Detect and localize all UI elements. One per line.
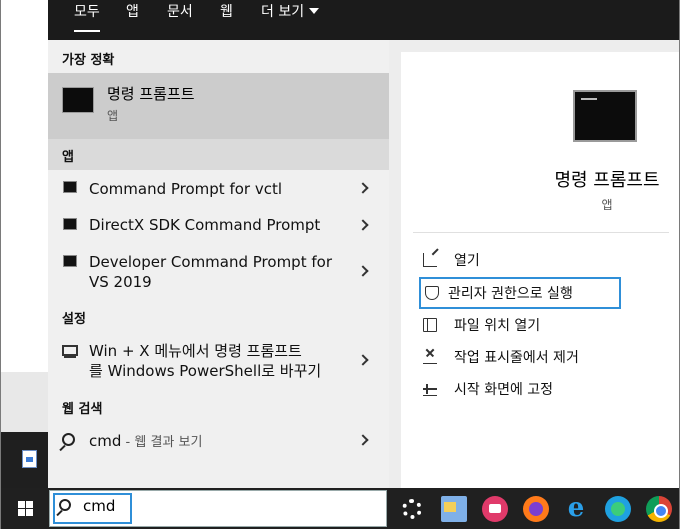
- tab-documents-label: 문서: [167, 4, 193, 20]
- windows-logo-icon: [18, 501, 25, 508]
- terminal-icon: [63, 218, 77, 230]
- search-icon: [62, 433, 75, 446]
- app-result-item[interactable]: Developer Command Prompt for VS 2019: [48, 247, 389, 297]
- best-match-type: 앱: [107, 109, 119, 123]
- pin-icon: [423, 382, 437, 396]
- taskbar: e: [1, 488, 679, 529]
- windows-logo-icon: [26, 509, 33, 516]
- folder-icon: [423, 318, 437, 332]
- apps-heading: 앱: [62, 150, 74, 165]
- windows-logo-icon: [26, 501, 33, 508]
- taskbar-search-box[interactable]: [49, 490, 387, 527]
- detail-title: 명령 프롬프트: [554, 170, 660, 191]
- tab-all[interactable]: 모두: [74, 2, 100, 32]
- search-input[interactable]: [83, 497, 123, 515]
- settings-heading: 설정: [62, 312, 86, 327]
- explorer-icon[interactable]: [441, 496, 467, 522]
- detail-card: 명령 프롬프트 앱 열기 관리자 권한으로 실행 파일 위치 열기 작업 표시줄…: [401, 52, 679, 488]
- search-filter-bar: 모두 앱 문서 웹 더 보기: [48, 0, 679, 40]
- desktop-strip-grey: [1, 372, 48, 432]
- action-open[interactable]: 열기: [423, 246, 653, 274]
- app-result-label-line2: VS 2019: [89, 273, 152, 291]
- shield-icon: [425, 286, 439, 300]
- tab-apps-label: 앱: [126, 4, 139, 20]
- apps-section-header: 앱: [48, 139, 389, 170]
- terminal-icon: [63, 181, 77, 193]
- settings-result-label: Win + X 메뉴에서 명령 프롬프트: [89, 342, 302, 360]
- action-open-file-location-label: 파일 위치 열기: [454, 318, 541, 334]
- web-search-heading: 웹 검색: [62, 402, 103, 417]
- best-match-title: 명령 프롬프트: [107, 85, 195, 103]
- best-match-item[interactable]: 명령 프롬프트 앱: [48, 73, 389, 139]
- unpin-icon: [423, 350, 437, 364]
- tab-more-label: 더 보기: [261, 4, 305, 20]
- search-icon: [59, 499, 71, 511]
- action-open-label: 열기: [454, 253, 480, 269]
- detail-panel: 명령 프롬프트 앱 열기 관리자 권한으로 실행 파일 위치 열기 작업 표시줄…: [389, 40, 679, 488]
- action-run-as-admin-label: 관리자 권한으로 실행: [448, 286, 573, 302]
- app-result-label: Developer Command Prompt for: [89, 253, 332, 271]
- app-result-label: DirectX SDK Command Prompt: [89, 216, 321, 234]
- app-result-label: Command Prompt for vctl: [89, 180, 283, 198]
- windows-logo-icon: [18, 509, 25, 516]
- web-search-item[interactable]: cmd - 웹 결과 보기: [48, 425, 389, 457]
- chevron-down-icon: [309, 8, 320, 14]
- action-unpin-taskbar-label: 작업 표시줄에서 제거: [454, 350, 579, 366]
- command-prompt-icon: [62, 87, 94, 113]
- tab-more[interactable]: 더 보기: [261, 2, 320, 22]
- chrome-icon[interactable]: [646, 496, 672, 522]
- action-pin-start[interactable]: 시작 화면에 고정: [423, 375, 653, 403]
- terminal-icon: [63, 255, 77, 267]
- results-panel: 가장 정확 명령 프롬프트 앱 앱 Command Prompt for vct…: [48, 40, 389, 488]
- chevron-right-icon[interactable]: [357, 265, 369, 277]
- chevron-right-icon[interactable]: [357, 434, 369, 446]
- open-icon: [423, 253, 437, 267]
- command-prompt-large-icon: [573, 90, 637, 142]
- action-open-file-location[interactable]: 파일 위치 열기: [423, 311, 653, 339]
- desktop-file-icon[interactable]: [22, 450, 37, 468]
- settings-result-label-line2: 를 Windows PowerShell로 바꾸기: [89, 362, 322, 380]
- chevron-right-icon[interactable]: [357, 219, 369, 231]
- web-search-hint: - 웹 결과 보기: [121, 435, 203, 450]
- cast-icon[interactable]: [482, 496, 508, 522]
- settings-icon[interactable]: [402, 499, 422, 519]
- best-match-heading: 가장 정확: [62, 53, 115, 68]
- tab-web[interactable]: 웹: [220, 2, 233, 22]
- web-search-text: cmd - 웹 결과 보기: [89, 431, 202, 453]
- app-result-item[interactable]: DirectX SDK Command Prompt: [48, 210, 389, 242]
- app-result-item[interactable]: Command Prompt for vctl: [48, 173, 389, 205]
- chevron-right-icon[interactable]: [357, 354, 369, 366]
- divider: [413, 232, 669, 233]
- monitor-icon: [62, 345, 78, 358]
- desktop-strip: [1, 0, 48, 372]
- action-pin-start-label: 시작 화면에 고정: [454, 382, 554, 398]
- internet-explorer-icon[interactable]: e: [563, 495, 589, 522]
- settings-result-item[interactable]: Win + X 메뉴에서 명령 프롬프트 를 Windows PowerShel…: [48, 336, 389, 386]
- chevron-right-icon[interactable]: [357, 182, 369, 194]
- action-unpin-taskbar[interactable]: 작업 표시줄에서 제거: [423, 343, 653, 371]
- tab-all-label: 모두: [74, 4, 100, 20]
- detail-type: 앱: [601, 198, 613, 212]
- start-button[interactable]: [1, 488, 48, 529]
- tab-documents[interactable]: 문서: [167, 2, 193, 22]
- tab-apps[interactable]: 앱: [126, 2, 139, 22]
- firefox-icon[interactable]: [523, 496, 549, 522]
- tab-web-label: 웹: [220, 4, 233, 20]
- web-search-query: cmd: [89, 432, 122, 450]
- edge-icon[interactable]: [605, 496, 631, 522]
- action-run-as-admin[interactable]: 관리자 권한으로 실행: [419, 277, 621, 309]
